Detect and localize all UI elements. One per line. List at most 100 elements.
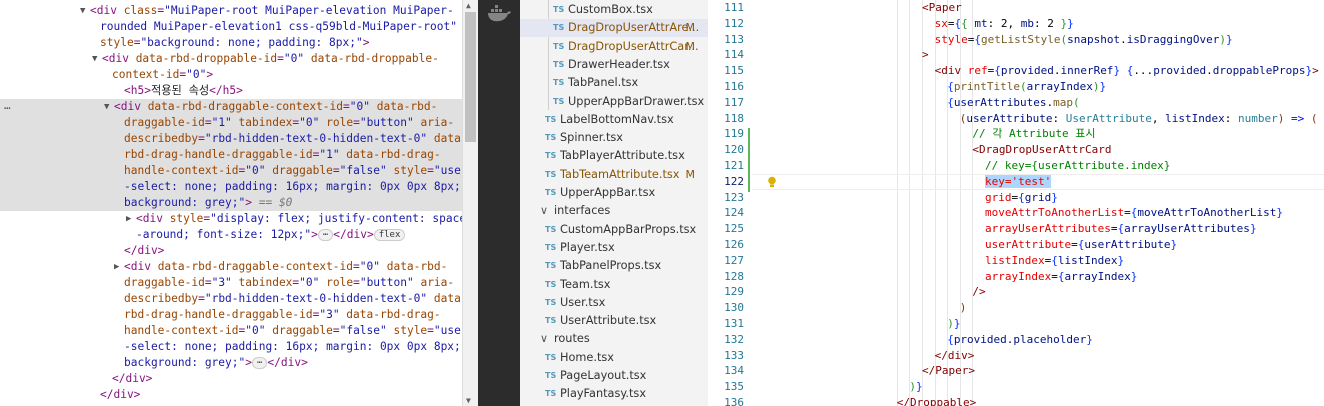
dom-node-line[interactable]: </div>: [0, 387, 462, 403]
code-line[interactable]: 125 arrayUserAttributes={arrayUserAttribu…: [708, 221, 1324, 237]
dom-node-line[interactable]: describedby="rbd-hidden-text-0-hidden-te…: [0, 131, 462, 147]
docker-icon[interactable]: [486, 2, 512, 24]
file-item[interactable]: TS DragDropUserAttrCar... M: [520, 38, 708, 56]
code-token: (: [1073, 95, 1080, 109]
scroll-down-icon[interactable]: ▼: [466, 396, 471, 405]
code-line[interactable]: 111 <Paper: [708, 0, 1324, 16]
code-line[interactable]: 130): [708, 300, 1324, 316]
code-line[interactable]: 122 key='test': [708, 174, 1324, 190]
dom-node-line[interactable]: ▶ <div data-rbd-draggable-context-id="0" …: [0, 259, 462, 275]
code-line[interactable]: 117 {userAttributes.map(: [708, 95, 1324, 111]
expand-triangle-icon[interactable]: ▼: [80, 3, 85, 19]
code-line[interactable]: 124 moveAttrToAnotherList={moveAttrToAnot…: [708, 205, 1324, 221]
file-item[interactable]: TS Player.tsx: [520, 239, 708, 257]
code-token: arrayIndex: [985, 269, 1052, 283]
collapse-triangle-icon[interactable]: ▶: [126, 211, 131, 227]
dom-node-line[interactable]: -select: none; padding: 16px; margin: 0p…: [0, 179, 462, 195]
dom-node-line[interactable]: rbd-drag-handle-draggable-id="3" data-rb…: [0, 307, 462, 323]
dom-node-line[interactable]: describedby="rbd-hidden-text-0-hidden-te…: [0, 291, 462, 307]
folder-item[interactable]: ∨ interfaces: [520, 202, 708, 220]
expand-triangle-icon[interactable]: ▼: [92, 51, 97, 67]
file-item[interactable]: TS PageLayout.tsx: [520, 367, 708, 385]
code-line[interactable]: 115 <div ref={provided.innerRef} {...prov…: [708, 63, 1324, 79]
badge[interactable]: flex: [373, 229, 406, 241]
dom-node-line[interactable]: handle-context-id="0" draggable="false" …: [0, 163, 462, 179]
dom-node-line[interactable]: context-id="0">: [0, 67, 462, 83]
devtools-scrollbar[interactable]: ▲ ▼: [462, 0, 478, 406]
file-item[interactable]: TS CustomAppBarProps.tsx: [520, 221, 708, 239]
file-item[interactable]: TS UserAttribute.tsx: [520, 312, 708, 330]
code-line[interactable]: 133 </div>: [708, 348, 1324, 364]
dom-token: "0": [283, 52, 311, 65]
file-item[interactable]: TS TabTeamAttribute.tsx M: [520, 166, 708, 184]
dom-node-line[interactable]: draggable-id="3" tabindex="0" role="butt…: [0, 275, 462, 291]
dom-node-line[interactable]: handle-context-id="0" draggable="false" …: [0, 323, 462, 339]
file-name: TabPlayerAttribute.tsx: [560, 149, 685, 163]
code-editor[interactable]: 111 <Paper 112 sx = {{ mt: 2, mb: 2 }} 113 styl…: [708, 0, 1324, 406]
file-item[interactable]: TS LabelBottomNav.tsx: [520, 111, 708, 129]
file-item[interactable]: TS Home.tsx: [520, 349, 708, 367]
collapse-triangle-icon[interactable]: ▶: [114, 259, 119, 275]
code-line[interactable]: 136 </Droppable>: [708, 395, 1324, 406]
code-line[interactable]: 127 listIndex={listIndex}: [708, 253, 1324, 269]
code-line[interactable]: 113 style={getListStyle(snapshot.isDraggi…: [708, 32, 1324, 48]
code-line[interactable]: 123 grid={grid}: [708, 190, 1324, 206]
dom-token: "0": [186, 68, 207, 81]
chevron-down-icon[interactable]: ∨: [540, 202, 548, 220]
code-line[interactable]: 134 </Paper>: [708, 363, 1324, 379]
file-item[interactable]: TS PlayFantasy.tsx: [520, 385, 708, 403]
line-number: 122: [724, 174, 744, 188]
file-item[interactable]: TS Spinner.tsx: [520, 129, 708, 147]
scroll-up-icon[interactable]: ▲: [466, 1, 471, 10]
file-item[interactable]: TS TabPanel.tsx: [520, 74, 708, 92]
code-line[interactable]: 114 >: [708, 47, 1324, 63]
dom-node-line[interactable]: </div>: [0, 371, 462, 387]
file-item[interactable]: TS Team.tsx: [520, 276, 708, 294]
dom-node-line[interactable]: ▼ <div data-rbd-droppable-id="0" data-rbd…: [0, 51, 462, 67]
code-line[interactable]: 112 sx={{ mt: 2, mb: 2 }}: [708, 16, 1324, 32]
lightbulb-icon[interactable]: [767, 176, 777, 188]
dom-node-line[interactable]: </div>: [0, 243, 462, 259]
scrollbar-thumb[interactable]: [465, 12, 476, 142]
dom-node-line[interactable]: -select: none; padding: 16px; margin: 0p…: [0, 339, 462, 355]
file-item[interactable]: TS UpperAppBarDrawer.tsx: [520, 93, 708, 111]
file-item[interactable]: TS DragDropUserAttrAre... M: [520, 19, 708, 38]
code-line[interactable]: 118 (userAttribute: UserAttribute, listIn…: [708, 111, 1324, 127]
dom-node-line[interactable]: <h5>적용된 속성</h5>: [0, 83, 462, 99]
dom-node-line[interactable]: rbd-drag-handle-draggable-id="1" data-rb…: [0, 147, 462, 163]
dom-token: aria-: [420, 116, 455, 129]
dom-node-line[interactable]: background: grey;"> == $0: [0, 195, 462, 211]
code-line[interactable]: 126 userAttribute={userAttribute}: [708, 237, 1324, 253]
code-line[interactable]: 119 // 각 Attribute 표시: [708, 126, 1324, 142]
dom-node-line[interactable]: background: grey;"> ⋯ </div>: [0, 355, 462, 371]
code-line[interactable]: 120 <DragDropUserAttrCard: [708, 142, 1324, 158]
dom-node-line[interactable]: style="background: none; padding: 8px;">: [0, 35, 462, 51]
badge[interactable]: ⋯: [252, 357, 268, 369]
expand-triangle-icon[interactable]: ▼: [104, 99, 109, 115]
code-line[interactable]: 135)}: [708, 379, 1324, 395]
code-line[interactable]: 116 {printTitle(arrayIndex)}: [708, 79, 1324, 95]
dom-node-line[interactable]: rounded MuiPaper-elevation1 css-q59bld-M…: [0, 19, 462, 35]
file-item[interactable]: TS TabPanelProps.tsx: [520, 257, 708, 275]
line-number: 116: [724, 80, 744, 93]
dom-node-line[interactable]: -around; font-size: 12px;"> ⋯ </div> flex: [0, 227, 462, 243]
code-line[interactable]: 129 />: [708, 284, 1324, 300]
badge[interactable]: ⋯: [317, 229, 334, 241]
dom-node-line[interactable]: draggable-id="1" tabindex="0" role="butt…: [0, 115, 462, 131]
file-item[interactable]: TS CustomBox.tsx: [520, 1, 708, 19]
code-line[interactable]: 131)}: [708, 316, 1324, 332]
dom-node-line[interactable]: ▼ <div class="MuiPaper-root MuiPaper-elev…: [0, 3, 462, 19]
folder-item[interactable]: ∨ routes: [520, 330, 708, 348]
dom-token: "3": [319, 308, 347, 321]
code-line[interactable]: 132 {provided.placeholder}: [708, 332, 1324, 348]
file-item[interactable]: TS User.tsx: [520, 294, 708, 312]
code-line[interactable]: 121 // key={userAttribute.index}: [708, 158, 1324, 174]
file-item[interactable]: TS TabPlayerAttribute.tsx: [520, 147, 708, 165]
code-line[interactable]: 128 arrayIndex={arrayIndex}: [708, 269, 1324, 285]
chevron-down-icon[interactable]: ∨: [540, 330, 548, 348]
more-options-icon[interactable]: …: [4, 99, 11, 112]
dom-node-line[interactable]: ▶ <div style="display: flex; justify-cont…: [0, 211, 462, 227]
file-item[interactable]: TS UpperAppBar.tsx: [520, 184, 708, 202]
file-item[interactable]: TS DrawerHeader.tsx: [520, 56, 708, 74]
dom-node-line[interactable]: ▼ <div data-rbd-draggable-context-id="0" …: [0, 99, 462, 115]
